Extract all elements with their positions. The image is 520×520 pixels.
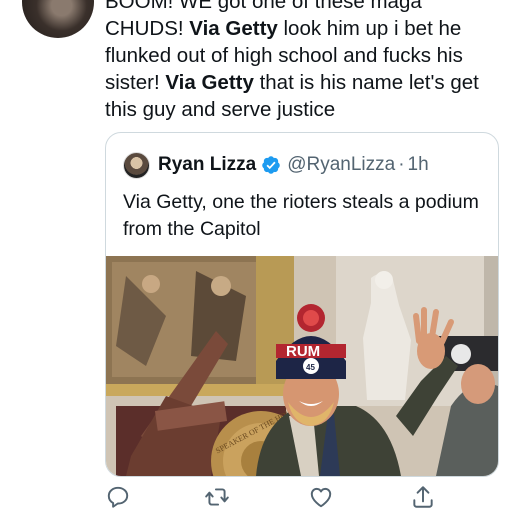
hat-text: RUM — [286, 343, 320, 360]
share-icon[interactable] — [410, 484, 436, 510]
tweet-line-5: this guy and serve justice — [105, 98, 336, 121]
tweet-line-4: sister! Via Getty that is his name let's… — [105, 71, 479, 94]
quote-header: Ryan Lizza @RyanLizza · 1h — [123, 151, 429, 179]
author-avatar[interactable] — [22, 0, 94, 38]
quote-author-handle[interactable]: @RyanLizza — [287, 154, 395, 176]
quote-tweet-card[interactable]: Ryan Lizza @RyanLizza · 1h Via Getty, on… — [105, 132, 499, 477]
quote-timestamp[interactable]: 1h — [408, 154, 429, 176]
tweet-text: BOOM! WE got one of these maga CHUDS! Vi… — [105, 0, 510, 123]
header-separator: · — [398, 154, 405, 175]
hat-badge-number: 45 — [306, 363, 315, 372]
tweet-line-1: BOOM! WE got one of these maga — [105, 0, 422, 13]
quote-text: Via Getty, one the rioters steals a podi… — [123, 191, 479, 240]
like-icon[interactable] — [308, 484, 334, 510]
reply-icon[interactable] — [105, 484, 131, 510]
retweet-icon[interactable] — [204, 484, 230, 510]
tweet-line-2: CHUDS! Via Getty look him up i bet he — [105, 17, 462, 40]
quote-author-avatar[interactable] — [123, 151, 150, 179]
bold-mention-1: Via Getty — [189, 17, 278, 40]
bold-mention-2: Via Getty — [165, 71, 254, 94]
tweet-actions-bar — [0, 484, 520, 514]
quote-author-name[interactable]: Ryan Lizza — [158, 154, 256, 176]
verified-badge-icon — [262, 156, 280, 174]
quote-media-photo[interactable]: SPEAKER OF THE HOUSE RUM 45 — [106, 256, 498, 476]
tweet-line-3: flunked out of high school and fucks his — [105, 44, 463, 67]
